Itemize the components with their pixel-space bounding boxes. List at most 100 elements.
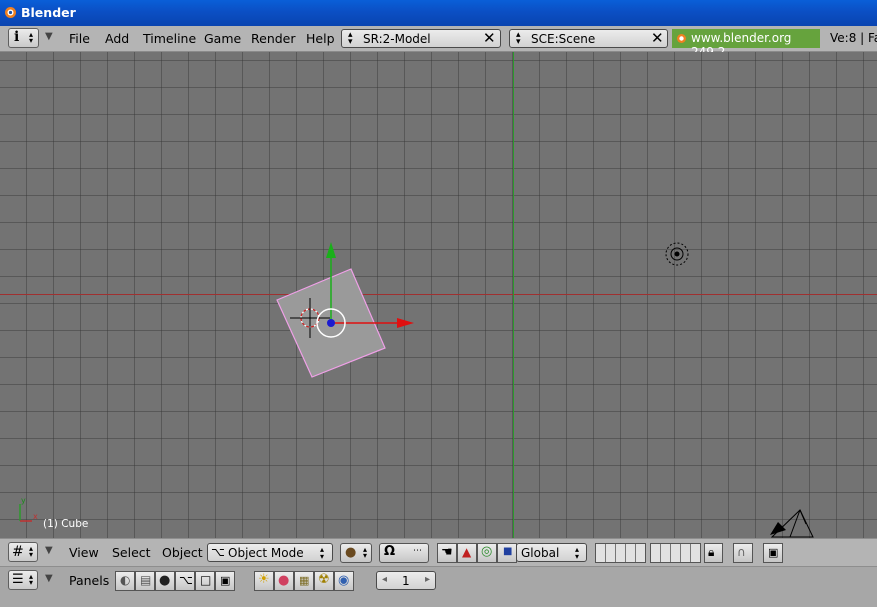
collapse-menu-icon[interactable]: ▼ [45,31,53,42]
lamp-icon: ☀ [258,572,270,587]
updown-arrows-icon: ▴ ▾ [29,572,34,587]
info-icon: i [14,29,20,45]
3d-viewport[interactable]: y x (1) Cube [0,52,877,538]
menu-select[interactable]: Select [112,545,151,560]
texture-context-button[interactable]: ▦ [294,571,314,591]
menu-timeline[interactable]: Timeline [143,31,196,46]
lamp-context-button[interactable]: ☀ [254,571,274,591]
blender-website-link[interactable]: www.blender.org 249.2 [672,29,820,59]
scene-image-icon: ▣ [220,574,231,587]
window-title: Blender [21,5,76,20]
translate-manipulator-button[interactable]: ▲ [457,543,477,563]
scale-manipulator-button[interactable]: ■ [497,543,517,563]
script-context-button[interactable]: ▤ [135,571,155,591]
layer-buttons-group-2[interactable] [650,543,701,563]
menu-help[interactable]: Help [306,31,335,46]
delete-screen-icon[interactable]: ✕ [483,29,496,47]
panels-label: Panels [69,573,110,588]
editor-type-button[interactable]: i ▴ ▾ [8,28,39,48]
collapse-menu-icon[interactable]: ▼ [45,573,53,584]
lock-icon: 🔒︎ [708,545,715,559]
frame-decrement-icon[interactable]: ◂ [382,574,387,585]
updown-arrows-icon: ▴ ▾ [320,545,325,561]
blender-logo-icon [5,7,16,18]
view-axis-gizmo-icon [19,504,32,522]
object-mode-icon: ⌥ [211,545,225,559]
updown-arrows-icon: ▴ ▾ [29,30,34,45]
menu-add[interactable]: Add [105,31,129,46]
scene-name[interactable]: SCE:Scene [531,32,595,46]
menu-game[interactable]: Game [204,31,241,46]
editing-square-icon: □ [200,573,212,587]
delete-scene-icon[interactable]: ✕ [651,29,664,47]
pivot-options-icon: ⋯ [413,546,422,556]
rotate-manipulator-button[interactable]: ◎ [477,543,497,563]
transform-orientation-selector[interactable]: Global ▴ ▾ [516,543,587,562]
screen-name[interactable]: SR:2-Model [363,32,431,46]
lock-layers-button[interactable]: 🔒︎ [704,543,723,563]
pivot-point-button[interactable]: Ω ⋯ [379,543,429,563]
frame-number-field[interactable]: ◂ 1 ▸ [376,571,436,590]
radiosity-context-button[interactable]: ☢ [314,571,334,591]
blender-logo-icon [677,34,686,43]
updown-arrows-icon: ▴ ▾ [575,545,580,561]
scale-icon: ■ [503,546,513,557]
editing-context-button[interactable]: □ [195,571,215,591]
object-icon: ⌥ [179,573,193,587]
layer-buttons-group-1[interactable] [595,543,646,563]
world-context-button[interactable]: ◉ [334,571,354,591]
collapse-menu-icon[interactable]: ▼ [45,545,53,556]
material-sphere-icon: ● [278,573,290,588]
texture-icon: ▦ [299,574,310,587]
logic-context-button[interactable]: ◐ [115,571,135,591]
buttons-window-icon: ☰ [12,572,24,587]
object-context-button[interactable]: ⌥ [175,571,195,591]
menu-object[interactable]: Object [162,545,203,560]
camera-object-icon [770,509,814,538]
editor-type-button[interactable]: # ▴ ▾ [8,542,38,562]
triangle-icon: ▲ [462,545,472,559]
material-context-button[interactable]: ● [274,571,294,591]
scene-selector[interactable]: ▴ ▾ SCE:Scene ✕ [509,29,668,48]
manipulator-toggle[interactable]: ☚ [437,543,457,563]
editor-type-button[interactable]: ☰ ▴ ▾ [8,570,38,590]
menu-render[interactable]: Render [251,31,296,46]
orientation-label[interactable]: Global [521,546,559,560]
y-arrow-icon [326,242,336,258]
screen-selector[interactable]: ▴ ▾ SR:2-Model ✕ [341,29,501,48]
render-preview-button[interactable]: ▣ [763,543,783,563]
radiosity-icon: ☢ [318,572,330,587]
draw-type-button[interactable]: ● ▴ ▾ [340,543,372,563]
mode-label[interactable]: Object Mode [228,546,304,560]
logic-icon: ◐ [120,573,131,587]
lamp-object-icon [665,242,689,266]
hand-icon: ☚ [441,545,453,560]
updown-arrows-icon: ▴ ▾ [29,544,34,559]
magnet-icon: ∩ [737,545,746,559]
updown-arrows-icon: ▴ ▾ [516,30,521,47]
pivot-icon: Ω [384,544,396,559]
shading-sphere-icon: ● [159,573,171,588]
shading-context-button[interactable]: ● [155,571,175,591]
draw-type-icon: ● [345,545,357,560]
world-icon: ◉ [338,573,350,588]
window-titlebar: Blender [0,0,877,26]
frame-increment-icon[interactable]: ▸ [425,574,430,585]
active-object-label: (1) Cube [43,518,89,530]
script-icon: ▤ [140,573,152,587]
mode-selector[interactable]: ⌥ Object Mode ▴ ▾ [207,543,333,562]
updown-arrows-icon: ▴ ▾ [363,545,368,560]
frame-number[interactable]: 1 [402,574,410,588]
x-arrow-icon [397,318,414,328]
scene-stats: Ve:8 | Fa [830,31,877,45]
updown-arrows-icon: ▴ ▾ [348,30,353,47]
menu-view[interactable]: View [69,545,99,560]
grid-icon: # [12,544,24,560]
scene-context-button[interactable]: ▣ [215,571,235,591]
3d-view-header: # ▴ ▾ ▼ View Select Object ⌥ Object Mode … [0,538,877,566]
menu-file[interactable]: File [69,31,90,46]
transform-manipulator [316,242,414,338]
image-icon: ▣ [768,546,779,559]
rotate-icon: ◎ [481,544,493,559]
snap-toggle[interactable]: ∩ [733,543,753,563]
